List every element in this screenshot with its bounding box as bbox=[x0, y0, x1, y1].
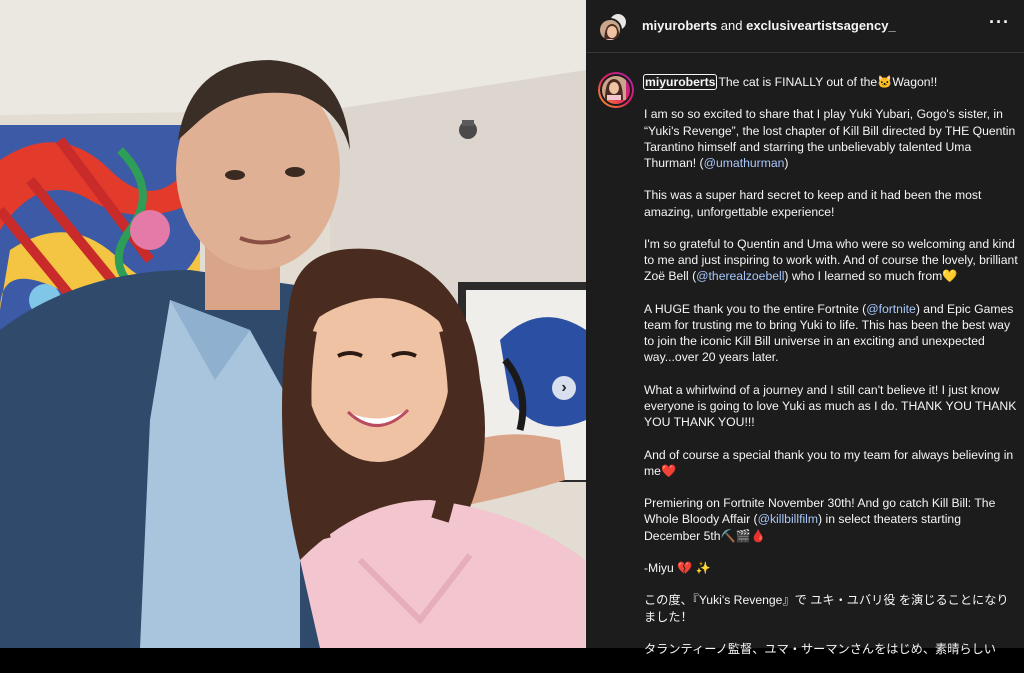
signoff-emojis: 💔 ✨ bbox=[677, 560, 711, 575]
caption-paragraph-7: Premiering on Fortnite November 30th! An… bbox=[644, 495, 1018, 544]
p1-text-a: I am so so excited to share that I play … bbox=[644, 107, 1016, 170]
cat-emoji: 🐱 bbox=[877, 75, 893, 89]
post-header: miyuroberts and exclusiveartistsagency_ … bbox=[586, 0, 1024, 53]
post-side-panel: miyuroberts and exclusiveartistsagency_ … bbox=[586, 0, 1024, 656]
caption-avatar[interactable] bbox=[598, 72, 634, 108]
mention-therealzoebell[interactable]: @therealzoebell bbox=[696, 269, 784, 283]
post-caption: miyuroberts The cat is FINALLY out of the… bbox=[642, 74, 1018, 673]
caption-paragraph-4: A HUGE thank you to the entire Fortnite … bbox=[644, 301, 1018, 366]
caption-japanese-1: この度、『Yuki's Revenge』で ユキ・ユバリ役 を演じることになりま… bbox=[644, 593, 1009, 624]
p3-text-b: ) who I learned so much from bbox=[784, 269, 943, 284]
caption-avatar-image bbox=[600, 74, 632, 106]
yellow-heart-emoji: 💛 bbox=[942, 269, 958, 284]
caption-line1-end: Wagon!! bbox=[892, 75, 938, 89]
user-avatar-image bbox=[600, 20, 620, 40]
collab-avatars[interactable] bbox=[598, 12, 628, 42]
caption-paragraph-6: And of course a special thank you to my … bbox=[644, 447, 1018, 479]
caption-japanese-2: タランティーノ監督、ユマ・サーマンさんをはじめ、素晴らしい bbox=[644, 641, 996, 656]
caption-paragraph-1: I am so so excited to share that I play … bbox=[644, 106, 1018, 171]
caption-paragraph-3: I'm so grateful to Quentin and Uma who w… bbox=[644, 236, 1018, 285]
signoff-text: -Miyu bbox=[644, 560, 674, 575]
mention-fortnite[interactable]: @fortnite bbox=[866, 302, 916, 316]
p4-text-a: A HUGE thank you to the entire Fortnite … bbox=[644, 301, 867, 316]
author-link[interactable]: miyuroberts bbox=[642, 18, 717, 33]
caption-paragraph-2: This was a super hard secret to keep and… bbox=[644, 188, 982, 219]
caption-line1-text: The cat is FINALLY out of the bbox=[718, 75, 878, 89]
caption-signoff: -Miyu 💔 ✨ bbox=[644, 560, 1018, 576]
post-authors: miyuroberts and exclusiveartistsagency_ bbox=[642, 18, 896, 33]
collaborator-link[interactable]: exclusiveartistsagency_ bbox=[746, 18, 896, 33]
red-heart-emoji: ❤️ bbox=[660, 463, 677, 478]
authors-and: and bbox=[720, 18, 743, 33]
mention-killbillfilm[interactable]: @killbillfilm bbox=[758, 512, 818, 526]
caption-paragraph-5: What a whirlwind of a journey and I stil… bbox=[644, 382, 1017, 430]
caption-username[interactable]: miyuroberts bbox=[642, 74, 718, 90]
post-photo: › bbox=[0, 0, 586, 648]
carousel-next-button[interactable]: › bbox=[552, 376, 576, 400]
mention-umathurman[interactable]: @umathurman bbox=[704, 156, 785, 170]
p1-text-b: ) bbox=[784, 156, 789, 170]
post-image bbox=[0, 0, 586, 648]
user-avatar bbox=[598, 18, 622, 42]
caption-line1: miyuroberts The cat is FINALLY out of the… bbox=[642, 74, 1018, 90]
p6-text: And of course a special thank you to my … bbox=[644, 447, 1014, 478]
p7-emojis: ⛏️🎬🩸 bbox=[720, 528, 767, 543]
caption-avatar-photo bbox=[602, 76, 626, 100]
more-options-icon[interactable]: ··· bbox=[989, 12, 1010, 33]
